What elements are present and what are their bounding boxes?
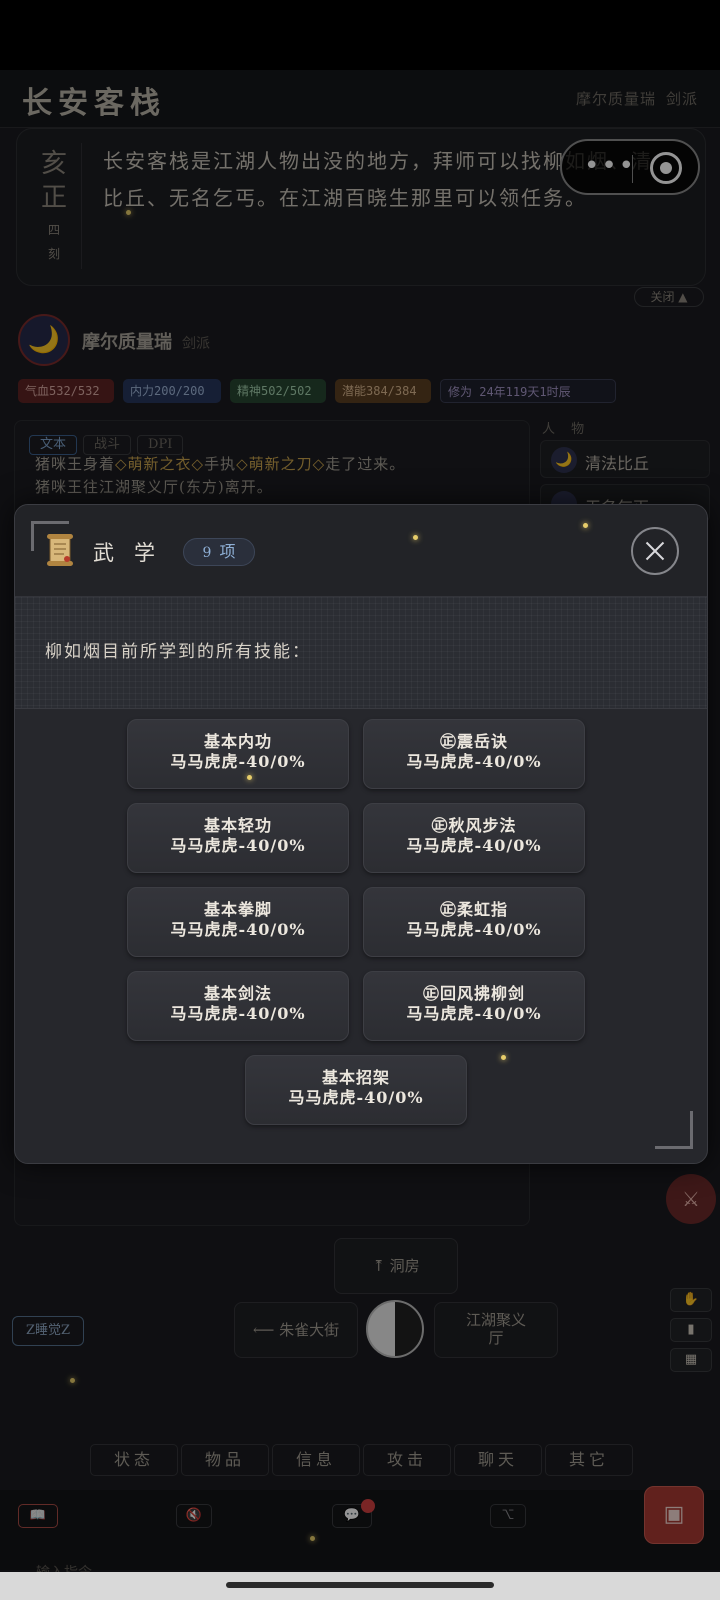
skill-count-number: 9 [202,545,212,561]
skill-name: 基本内功 [203,732,272,751]
skill-button[interactable]: ㊣柔虹指 马马虎虎-40/0% [363,887,585,957]
skill-level: 马马虎虎-40/0% [406,1004,542,1023]
skill-level: 马马虎虎-40/0% [406,920,542,939]
skill-name: ㊣回风拂柳剑 [422,984,525,1003]
decorative-corner [655,1111,693,1149]
status-bar [0,0,720,70]
skill-level: 马马虎虎-40/0% [406,836,542,855]
dialog-intro-text: 柳如烟目前所学到的所有技能： [45,642,311,662]
firefly-particle [247,775,252,780]
dialog-intro: 柳如烟目前所学到的所有技能： [15,597,707,709]
skill-count-badge: 9项 [183,538,255,566]
firefly-particle [413,535,418,540]
skill-button[interactable]: ㊣震岳诀 马马虎虎-40/0% [363,719,585,789]
firefly-particle [501,1055,506,1060]
skill-button[interactable]: ㊣秋风步法 马马虎虎-40/0% [363,803,585,873]
skill-button[interactable]: 基本招架 马马虎虎-40/0% [245,1055,467,1125]
firefly-particle [583,523,588,528]
home-gesture-handle[interactable] [226,1582,494,1588]
dialog-title: 武学 [93,541,175,565]
martial-arts-dialog: 武学 9项 柳如烟目前所学到的所有技能： 基本内功 马马虎虎-40/0% ㊣震岳诀… [14,504,708,1164]
skill-name: ㊣柔虹指 [439,900,508,919]
skill-button[interactable]: 基本轻功 马马虎虎-40/0% [127,803,349,873]
dialog-header: 武学 9项 [15,505,707,597]
skill-level: 马马虎虎-40/0% [170,752,306,771]
skill-name: 基本拳脚 [203,900,272,919]
skill-level: 马马虎虎-40/0% [170,1004,306,1023]
skill-level: 马马虎虎-40/0% [170,920,306,939]
skill-level: 马马虎虎-40/0% [406,752,542,771]
skill-level: 马马虎虎-40/0% [170,836,306,855]
skill-name: ㊣震岳诀 [439,732,508,751]
skill-button[interactable]: 基本拳脚 马马虎虎-40/0% [127,887,349,957]
scroll-icon [47,534,73,566]
skill-button[interactable]: 基本剑法 马马虎虎-40/0% [127,971,349,1041]
skill-name: 基本轻功 [203,816,272,835]
skill-button[interactable]: 基本内功 马马虎虎-40/0% [127,719,349,789]
skill-count-unit: 项 [219,542,236,561]
close-dialog-button[interactable] [631,527,679,575]
skill-level: 马马虎虎-40/0% [288,1088,424,1107]
game-screen: 长安客栈 摩尔质量瑞 剑派 亥 正 四 刻 长安客栈是江湖人物出没的地方，拜师可以… [0,0,720,1600]
skill-name: 基本剑法 [203,984,272,1003]
skill-name: 基本招架 [321,1068,390,1087]
skill-name: ㊣秋风步法 [431,816,517,835]
skill-button[interactable]: ㊣回风拂柳剑 马马虎虎-40/0% [363,971,585,1041]
system-nav-bar [0,1572,720,1600]
